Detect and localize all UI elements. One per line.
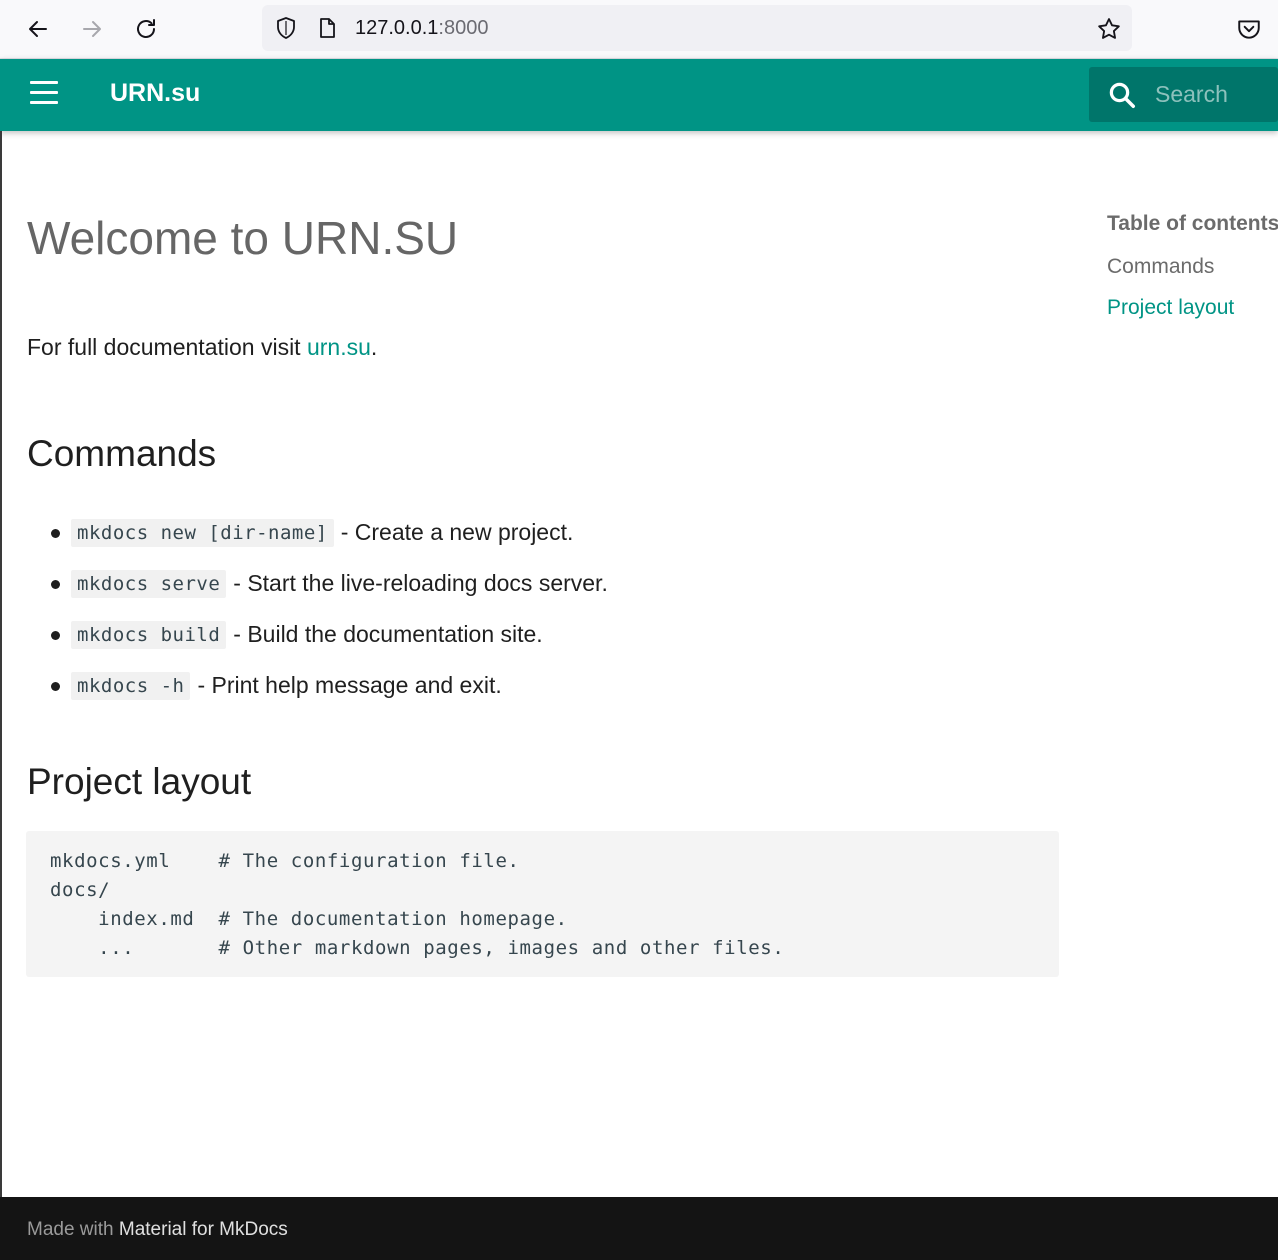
inline-code: mkdocs serve — [71, 569, 227, 598]
bullet — [51, 631, 60, 640]
pocket-icon[interactable] — [1236, 16, 1262, 42]
command-description: - Create a new project. — [340, 519, 574, 545]
footer-text: Made with Material for MkDocs — [27, 1219, 288, 1240]
url-bar[interactable]: 127.0.0.1:8000 — [262, 5, 1132, 51]
list-item: mkdocs serve - Start the live-reloading … — [27, 558, 608, 609]
material-for-mkdocs-link[interactable]: Material for MkDocs — [119, 1219, 288, 1240]
inline-code: mkdocs build — [71, 620, 227, 649]
forward-arrow-icon — [83, 21, 101, 37]
list-item: mkdocs -h - Print help message and exit. — [27, 660, 608, 711]
reload-icon — [137, 19, 155, 38]
url-text[interactable]: 127.0.0.1:8000 — [355, 17, 488, 40]
commands-list: mkdocs new [dir-name] - Create a new pro… — [27, 507, 608, 711]
back-arrow-icon — [29, 21, 47, 37]
page-icon[interactable] — [315, 16, 339, 40]
code-block: mkdocs.yml # The configuration file. doc… — [26, 831, 1059, 977]
window-edge — [0, 131, 2, 1197]
table-of-contents: Table of contents Commands Project layou… — [1107, 212, 1278, 320]
forward-button[interactable] — [75, 12, 109, 46]
back-button[interactable] — [21, 12, 55, 46]
code-block-text: mkdocs.yml # The configuration file. doc… — [50, 850, 785, 959]
toc-title: Table of contents — [1107, 212, 1278, 235]
footer: Made with Material for MkDocs — [0, 1197, 1278, 1260]
command-description: - Build the documentation site. — [233, 621, 543, 647]
project-layout-heading: Project layout — [27, 761, 252, 802]
site-header: URN.su — [0, 59, 1278, 131]
search-box[interactable] — [1089, 67, 1278, 122]
shield-icon[interactable] — [274, 16, 298, 40]
command-description: - Print help message and exit. — [197, 672, 502, 698]
intro-paragraph: For full documentation visit urn.su. — [27, 334, 378, 360]
toc-item-commands[interactable]: Commands — [1107, 255, 1278, 279]
reload-button[interactable] — [129, 12, 163, 46]
bullet — [51, 580, 60, 589]
page-title: Welcome to URN.SU — [27, 212, 459, 264]
list-item: mkdocs new [dir-name] - Create a new pro… — [27, 507, 608, 558]
star-icon[interactable] — [1096, 16, 1122, 42]
commands-heading: Commands — [27, 433, 217, 474]
search-input[interactable] — [1155, 67, 1275, 122]
list-item: mkdocs build - Build the documentation s… — [27, 609, 608, 660]
site-title[interactable]: URN.su — [110, 79, 200, 108]
bullet — [51, 682, 60, 691]
bullet — [51, 529, 60, 538]
command-description: - Start the live-reloading docs server. — [233, 570, 608, 596]
urn-su-link[interactable]: urn.su — [307, 334, 371, 360]
search-icon[interactable] — [1107, 80, 1137, 110]
toc-item-project-layout[interactable]: Project layout — [1107, 296, 1278, 320]
inline-code: mkdocs new [dir-name] — [71, 518, 334, 547]
browser-toolbar: 127.0.0.1:8000 — [0, 0, 1278, 59]
hamburger-menu-icon[interactable] — [28, 81, 60, 109]
inline-code: mkdocs -h — [71, 671, 191, 700]
